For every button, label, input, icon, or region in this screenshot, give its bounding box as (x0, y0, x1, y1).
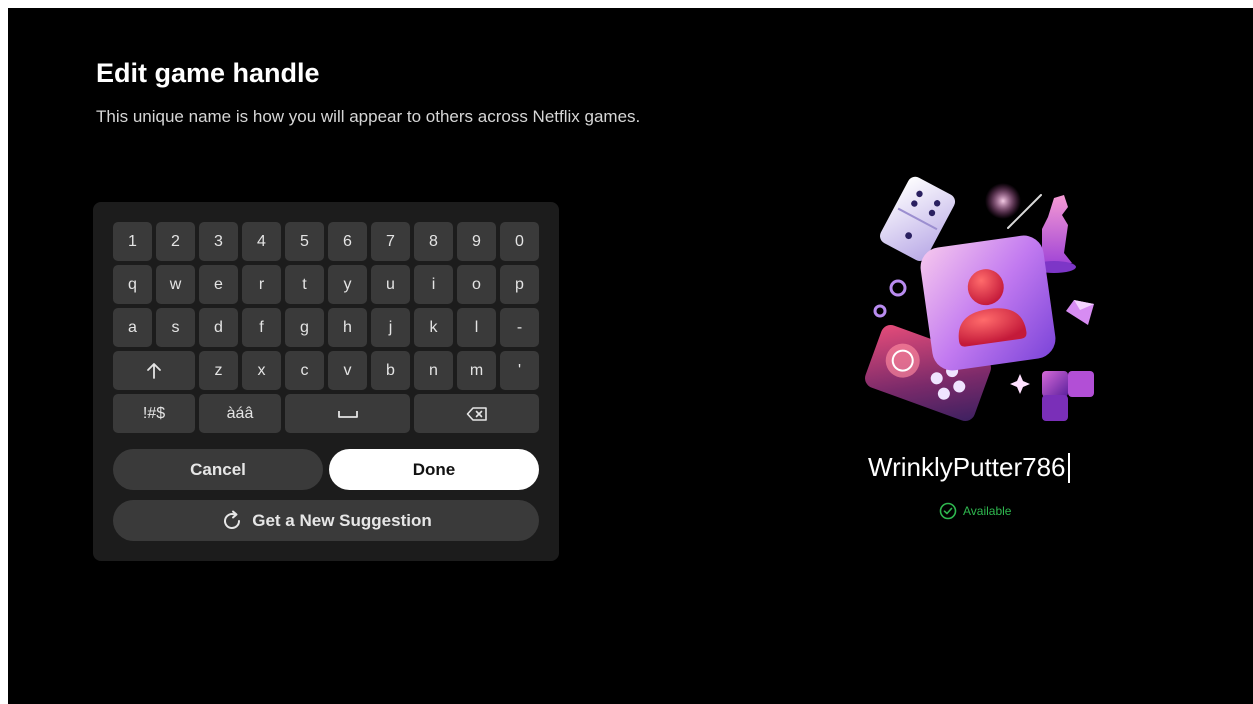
keyboard-action-row: Cancel Done (113, 449, 539, 490)
key-s[interactable]: s (156, 308, 195, 347)
key-8[interactable]: 8 (414, 222, 453, 261)
space-bar-icon (337, 410, 358, 418)
key-r[interactable]: r (242, 265, 281, 304)
on-screen-keyboard: 1 2 3 4 5 6 7 8 9 0 q w e r t y u i o p … (93, 202, 559, 561)
accents-key[interactable]: àáâ (199, 394, 281, 433)
game-handle-field[interactable]: WrinklyPutter786 (868, 452, 1070, 483)
key-w[interactable]: w (156, 265, 195, 304)
key-hyphen[interactable]: - (500, 308, 539, 347)
key-0[interactable]: 0 (500, 222, 539, 261)
key-k[interactable]: k (414, 308, 453, 347)
key-a[interactable]: a (113, 308, 152, 347)
key-y[interactable]: y (328, 265, 367, 304)
key-t[interactable]: t (285, 265, 324, 304)
page-subtitle: This unique name is how you will appear … (96, 107, 641, 126)
key-apostrophe[interactable]: ' (500, 351, 539, 390)
game-handle-value: WrinklyPutter786 (868, 452, 1066, 482)
cancel-button[interactable]: Cancel (113, 449, 323, 490)
key-3[interactable]: 3 (199, 222, 238, 261)
key-u[interactable]: u (371, 265, 410, 304)
key-6[interactable]: 6 (328, 222, 367, 261)
key-g[interactable]: g (285, 308, 324, 347)
key-z[interactable]: z (199, 351, 238, 390)
key-1[interactable]: 1 (113, 222, 152, 261)
backspace-icon (466, 406, 487, 421)
arrow-up-icon (147, 362, 161, 379)
key-f[interactable]: f (242, 308, 281, 347)
key-o[interactable]: o (457, 265, 496, 304)
backspace-key[interactable] (414, 394, 539, 433)
symbols-key[interactable]: !#$ (113, 394, 195, 433)
key-4[interactable]: 4 (242, 222, 281, 261)
page-title: Edit game handle (96, 58, 320, 88)
done-button[interactable]: Done (329, 449, 539, 490)
key-x[interactable]: x (242, 351, 281, 390)
key-5[interactable]: 5 (285, 222, 324, 261)
key-n[interactable]: n (414, 351, 453, 390)
space-key[interactable] (285, 394, 410, 433)
check-circle-icon (939, 502, 957, 520)
key-9[interactable]: 9 (457, 222, 496, 261)
key-7[interactable]: 7 (371, 222, 410, 261)
game-handle-screen: Edit game handle This unique name is how… (8, 8, 1253, 704)
availability-status: Available (939, 502, 1011, 520)
availability-label: Available (963, 504, 1012, 518)
key-m[interactable]: m (457, 351, 496, 390)
new-suggestion-button[interactable]: Get a New Suggestion (113, 500, 539, 541)
key-e[interactable]: e (199, 265, 238, 304)
refresh-icon (224, 510, 241, 529)
key-p[interactable]: p (500, 265, 539, 304)
key-2[interactable]: 2 (156, 222, 195, 261)
key-c[interactable]: c (285, 351, 324, 390)
new-suggestion-label: Get a New Suggestion (252, 510, 432, 530)
keyboard-keys: 1 2 3 4 5 6 7 8 9 0 q w e r t y u i o p … (113, 222, 539, 433)
key-j[interactable]: j (371, 308, 410, 347)
key-h[interactable]: h (328, 308, 367, 347)
key-l[interactable]: l (457, 308, 496, 347)
key-i[interactable]: i (414, 265, 453, 304)
text-cursor (1067, 452, 1070, 483)
key-d[interactable]: d (199, 308, 238, 347)
shift-key[interactable] (113, 351, 195, 390)
game-profile-illustration (865, 176, 1094, 422)
key-b[interactable]: b (371, 351, 410, 390)
key-q[interactable]: q (113, 265, 152, 304)
key-v[interactable]: v (328, 351, 367, 390)
